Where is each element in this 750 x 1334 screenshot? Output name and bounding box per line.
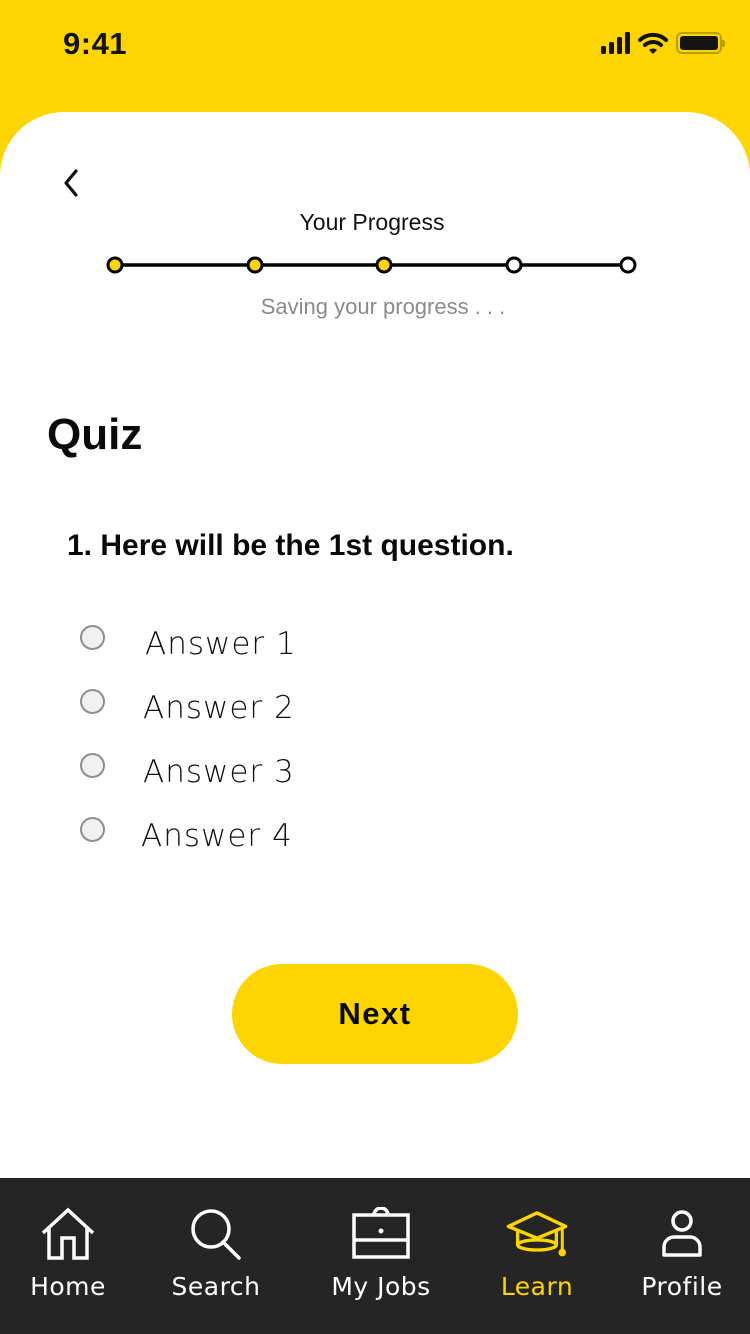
step-dot-completed <box>106 256 124 274</box>
answer-option-3[interactable]: Answer 3 <box>80 740 297 804</box>
briefcase-icon <box>352 1207 410 1259</box>
radio-button[interactable] <box>80 624 105 650</box>
tab-bar: Home Search My Jobs Learn Profile <box>0 1178 750 1334</box>
home-icon <box>41 1207 95 1260</box>
radio-button[interactable] <box>80 688 105 714</box>
progress-title: Your Progress <box>299 209 445 235</box>
step-dot-pending <box>505 256 523 274</box>
user-icon <box>662 1210 702 1257</box>
tab-profile[interactable]: Profile <box>634 1178 730 1308</box>
question-text: 1. Here will be the 1st question. <box>67 529 514 562</box>
next-button[interactable]: Next <box>232 964 518 1064</box>
quiz-title: Quiz <box>47 410 143 459</box>
chevron-left-icon <box>64 169 78 197</box>
tab-home[interactable]: Home <box>20 1178 116 1308</box>
signal-icon <box>601 32 630 54</box>
status-time: 9:41 <box>63 26 128 61</box>
status-icons <box>601 32 725 54</box>
answer-list: Answer 1 Answer 2 Answer 3 Answer 4 <box>80 612 297 868</box>
answer-option-2[interactable]: Answer 2 <box>80 676 297 740</box>
tab-label: Search <box>171 1272 261 1301</box>
tab-label: Profile <box>641 1272 723 1301</box>
answer-option-4[interactable]: Answer 4 <box>80 804 297 868</box>
progress-status: Saving your progress . . . <box>260 294 506 319</box>
answer-label: Answer 4 <box>141 818 293 854</box>
step-dot-completed <box>246 256 264 274</box>
answer-label: Answer 1 <box>145 626 297 662</box>
answer-option-1[interactable]: Answer 1 <box>80 612 297 676</box>
answer-label: Answer 3 <box>143 754 295 790</box>
tab-learn[interactable]: Learn <box>490 1178 584 1308</box>
step-dot-pending <box>619 256 637 274</box>
wifi-icon <box>638 32 668 54</box>
tab-label: Learn <box>500 1272 574 1301</box>
progress-stepper <box>106 256 637 274</box>
tab-label: Home <box>30 1272 106 1301</box>
step-dot-completed <box>375 256 393 274</box>
tab-my-jobs[interactable]: My Jobs <box>322 1178 440 1308</box>
search-icon <box>191 1209 241 1260</box>
tab-search[interactable]: Search <box>168 1178 264 1308</box>
answer-label: Answer 2 <box>143 690 295 726</box>
graduation-cap-icon <box>506 1211 568 1257</box>
status-bar: 9:41 <box>0 0 750 90</box>
back-button[interactable] <box>56 163 86 203</box>
battery-icon <box>676 32 725 54</box>
radio-button[interactable] <box>80 816 105 842</box>
radio-button[interactable] <box>80 752 105 778</box>
tab-label: My Jobs <box>331 1272 431 1301</box>
